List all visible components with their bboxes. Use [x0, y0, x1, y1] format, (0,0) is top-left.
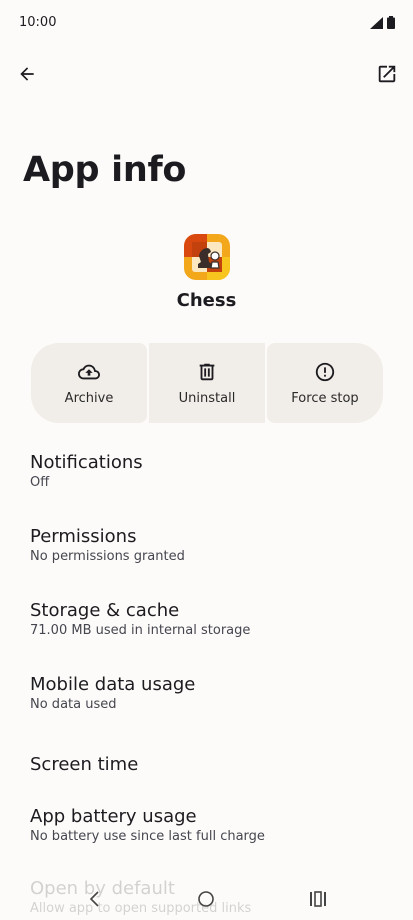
uninstall-button[interactable]: Uninstall — [149, 343, 265, 423]
trash-icon — [199, 363, 215, 380]
app-actions: Archive Uninstall Force stop — [31, 343, 383, 423]
item-summary: No permissions granted — [30, 549, 185, 564]
status-icons — [370, 16, 395, 29]
item-title: Mobile data usage — [30, 674, 196, 695]
storage-cache-item[interactable]: Storage & cache 71.00 MB used in interna… — [30, 598, 390, 672]
item-summary: 71.00 MB used in internal storage — [30, 623, 251, 638]
force-stop-label: Force stop — [291, 390, 359, 406]
screen-time-item[interactable]: Screen time — [30, 746, 390, 804]
app-icon — [184, 234, 230, 280]
item-title: Notifications — [30, 452, 143, 473]
signal-icon — [370, 16, 383, 29]
item-title: App battery usage — [30, 806, 197, 827]
item-title: Permissions — [30, 526, 137, 547]
arrow-back-icon — [20, 67, 34, 81]
app-battery-usage-item[interactable]: App battery usage No battery use since l… — [30, 804, 390, 878]
force-stop-button[interactable]: Force stop — [267, 343, 383, 423]
mobile-data-usage-item[interactable]: Mobile data usage No data used — [30, 672, 390, 746]
status-time: 10:00 — [19, 15, 57, 30]
alert-circle-icon — [315, 362, 335, 381]
item-title: Storage & cache — [30, 600, 180, 621]
nav-back-icon — [89, 891, 99, 907]
item-summary: Off — [30, 475, 50, 490]
item-title: Screen time — [30, 754, 139, 775]
open-app-button[interactable] — [367, 54, 407, 94]
battery-icon — [387, 16, 395, 29]
nav-recents-button[interactable] — [303, 884, 333, 914]
nav-back-button[interactable] — [80, 884, 110, 914]
archive-button[interactable]: Archive — [31, 343, 147, 423]
archive-label: Archive — [64, 390, 114, 406]
item-summary: No data used — [30, 697, 117, 712]
navigation-bar — [0, 878, 413, 920]
settings-list: Notifications Off Permissions No permiss… — [30, 450, 390, 878]
nav-home-icon — [198, 891, 214, 907]
cloud-upload-icon — [78, 364, 100, 379]
top-app-bar — [0, 50, 413, 98]
nav-recents-icon — [310, 891, 326, 907]
chess-app-icon — [184, 234, 230, 280]
uninstall-label: Uninstall — [178, 390, 236, 406]
status-bar: 10:00 — [0, 0, 413, 46]
notifications-item[interactable]: Notifications Off — [30, 450, 390, 524]
permissions-item[interactable]: Permissions No permissions granted — [30, 524, 390, 598]
open-in-new-icon — [378, 65, 396, 83]
back-button[interactable] — [7, 54, 47, 94]
item-summary: No battery use since last full charge — [30, 829, 265, 844]
page-title: App info — [23, 150, 187, 190]
app-name: Chess — [176, 290, 237, 311]
nav-home-button[interactable] — [191, 884, 221, 914]
